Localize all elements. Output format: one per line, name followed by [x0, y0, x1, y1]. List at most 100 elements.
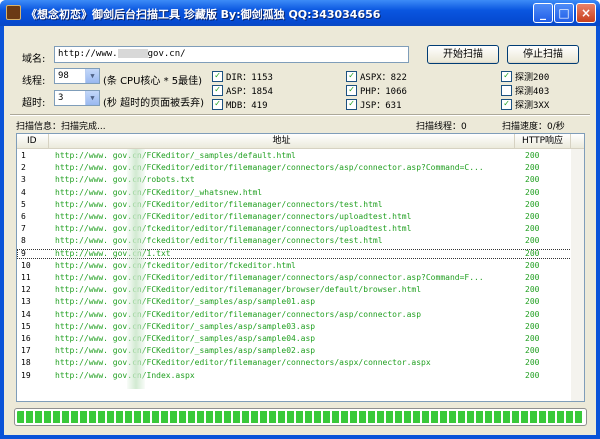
row-id: 10: [21, 260, 31, 270]
results-list[interactable]: ID 地址 HTTP响应 1 http://www. gov.cn/FCKedit…: [16, 133, 585, 402]
check-icon: ✓: [346, 85, 357, 96]
row-status: 200: [525, 187, 540, 197]
row-url: http://www. gov.cn/robots.txt: [55, 175, 195, 185]
table-row[interactable]: 14 http://www. gov.cn/FCKeditor/editor/fi…: [17, 310, 584, 320]
table-row[interactable]: 11 http://www. gov.cn/FCKeditor/editor/fi…: [17, 273, 584, 283]
column-header-status[interactable]: HTTP响应: [515, 134, 571, 149]
dict-checkbox-aspx[interactable]: ✓ ASPX：822: [346, 70, 407, 83]
dict-checkbox-asp[interactable]: ✓ ASP：1854: [212, 84, 273, 97]
table-row[interactable]: 9 http://www. gov.cn/1.txt 200: [17, 248, 584, 259]
scan-info: 扫描信息：扫描完成...: [16, 122, 106, 132]
table-row[interactable]: 18 http://www. gov.cn/FCKeditor/editor/fi…: [17, 358, 584, 368]
stop-scan-button[interactable]: 停止扫描: [507, 45, 579, 64]
dict-checkbox-jsp[interactable]: ✓ JSP：631: [346, 98, 402, 111]
table-row[interactable]: 12 http://www. gov.cn/FCKeditor/editor/fi…: [17, 285, 584, 295]
table-row[interactable]: 5 http://www. gov.cn/FCKeditor/editor/fil…: [17, 200, 584, 210]
table-row[interactable]: 19 http://www. gov.cn/Index.aspx 200: [17, 371, 584, 381]
row-url: http://www. gov.cn/FCKeditor/editor/file…: [55, 199, 383, 209]
table-row[interactable]: 8 http://www. gov.cn/fckeditor/editor/fil…: [17, 236, 584, 246]
timeout-label: 超时:: [22, 98, 46, 109]
row-url: http://www. gov.cn/FCKeditor/editor/file…: [55, 285, 422, 295]
probe-checkbox-3xx[interactable]: ✓ 探测3XX: [501, 98, 549, 111]
row-url: http://www. gov.cn/FCKeditor/_samples/as…: [55, 334, 316, 343]
row-url: http://www. gov.cn/FCKeditor/editor/file…: [55, 163, 484, 173]
table-row[interactable]: 15 http://www. gov.cn/FCKeditor/_samples/…: [17, 322, 584, 332]
probe-checkbox-200[interactable]: ✓ 探测200: [501, 70, 549, 83]
scrollbar[interactable]: [571, 149, 584, 401]
window-title: 《想念初恋》御剑后台扫描工具 珍藏版 By:御剑孤独 QQ:343034656: [26, 8, 381, 21]
row-url: http://www. gov.cn/FCKeditor/_samples/as…: [55, 321, 316, 331]
column-header-url[interactable]: 地址: [49, 134, 515, 149]
row-status: 200: [525, 175, 540, 185]
dict-label: MDB：419: [226, 101, 268, 111]
row-status: 200: [525, 309, 540, 319]
table-row[interactable]: 4 http://www. gov.cn/FCKeditor/_whatsnew.…: [17, 188, 584, 198]
table-row[interactable]: 13 http://www. gov.cn/FCKeditor/_samples/…: [17, 297, 584, 307]
dict-checkbox-mdb[interactable]: ✓ MDB：419: [212, 98, 268, 111]
domain-input[interactable]: http://www. gov.cn/: [54, 46, 409, 63]
row-status: 200: [525, 163, 540, 173]
check-icon: ✓: [212, 71, 223, 82]
row-id: 9: [21, 248, 26, 258]
table-row[interactable]: 7 http://www. gov.cn/fckeditor/editor/fil…: [17, 224, 584, 234]
table-row[interactable]: 2 http://www. gov.cn/FCKeditor/editor/fil…: [17, 163, 584, 173]
maximize-button[interactable]: □: [554, 3, 574, 23]
domain-label: 域名:: [22, 54, 46, 65]
row-url: http://www. gov.cn/FCKeditor/_samples/as…: [55, 346, 316, 356]
row-url: http://www. gov.cn/fckeditor/editor/file…: [55, 236, 383, 246]
redacted-mask: [127, 149, 145, 389]
row-url: http://www. gov.cn/FCKeditor/editor/file…: [55, 273, 484, 282]
start-scan-button[interactable]: 开始扫描: [427, 45, 499, 64]
main-window: 《想念初恋》御剑后台扫描工具 珍藏版 By:御剑孤独 QQ:343034656 …: [0, 0, 600, 439]
row-status: 200: [525, 334, 540, 343]
title-bar[interactable]: 《想念初恋》御剑后台扫描工具 珍藏版 By:御剑孤独 QQ:343034656 …: [0, 0, 600, 26]
dict-checkbox-dir[interactable]: ✓ DIR：1153: [212, 70, 273, 83]
table-row[interactable]: 17 http://www. gov.cn/FCKeditor/_samples/…: [17, 346, 584, 356]
probe-label: 探测403: [515, 87, 550, 97]
dict-label: PHP：1066: [360, 87, 407, 97]
row-id: 13: [21, 297, 31, 307]
app-icon: [6, 5, 21, 20]
row-url: http://www. gov.cn/1.txt: [55, 248, 171, 258]
domain-prefix: http://www.: [58, 49, 118, 59]
check-icon: ✓: [501, 99, 512, 110]
progress-bar: [14, 408, 587, 426]
row-id: 1: [21, 151, 26, 160]
row-id: 17: [21, 346, 31, 356]
row-url: http://www. gov.cn/fckeditor/editor/file…: [55, 224, 412, 234]
row-id: 7: [21, 224, 26, 234]
row-id: 3: [21, 175, 26, 185]
minimize-button[interactable]: _: [533, 3, 553, 23]
check-icon: ✓: [346, 71, 357, 82]
progress-fill: [17, 411, 584, 423]
dict-checkbox-php[interactable]: ✓ PHP：1066: [346, 84, 407, 97]
row-id: 18: [21, 358, 31, 368]
table-row[interactable]: 16 http://www. gov.cn/FCKeditor/_samples/…: [17, 334, 584, 344]
probe-checkbox-403[interactable]: 探测403: [501, 84, 549, 97]
check-icon: ✓: [501, 71, 512, 82]
row-id: 14: [21, 309, 31, 319]
row-status: 200: [525, 199, 540, 209]
row-url: http://www. gov.cn/FCKeditor/_samples/de…: [55, 151, 296, 160]
row-status: 200: [525, 273, 540, 282]
close-button[interactable]: ×: [576, 3, 596, 23]
divider: [10, 114, 590, 116]
redacted-mask: [117, 49, 148, 58]
row-url: http://www. gov.cn/FCKeditor/_whatsnew.h…: [55, 187, 263, 197]
domain-suffix: gov.cn/: [147, 49, 186, 59]
table-row[interactable]: 1 http://www. gov.cn/FCKeditor/_samples/d…: [17, 151, 584, 161]
threads-select[interactable]: 98 ▼: [54, 68, 100, 84]
row-id: 15: [21, 321, 31, 331]
table-row[interactable]: 10 http://www. gov.cn/fckeditor/editor/fc…: [17, 261, 584, 271]
table-row[interactable]: 3 http://www. gov.cn/robots.txt 200: [17, 175, 584, 185]
row-id: 19: [21, 370, 31, 380]
row-id: 16: [21, 334, 31, 343]
probe-label: 探测3XX: [515, 101, 550, 111]
dict-label: ASP：1854: [226, 87, 273, 97]
scan-threads: 扫描线程：0: [416, 122, 467, 132]
row-status: 200: [525, 346, 540, 356]
table-row[interactable]: 6 http://www. gov.cn/FCKeditor/editor/fil…: [17, 212, 584, 222]
row-id: 8: [21, 236, 26, 246]
column-header-id[interactable]: ID: [17, 134, 49, 149]
timeout-select[interactable]: 3 ▼: [54, 90, 100, 106]
